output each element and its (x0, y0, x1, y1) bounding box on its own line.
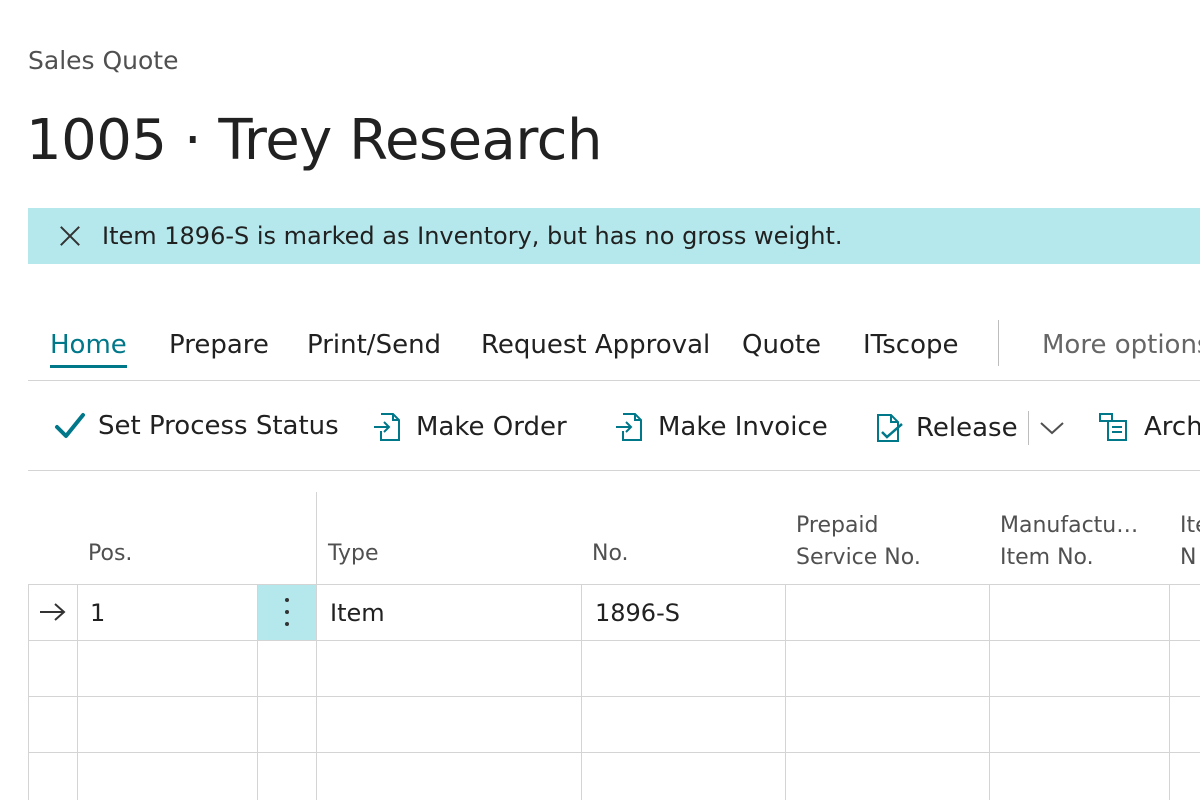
column-header-item[interactable]: Ite N (1180, 510, 1200, 574)
grid-line (785, 584, 786, 800)
tab-quote[interactable]: Quote (742, 330, 821, 360)
archive-icon (1099, 413, 1127, 441)
column-header-item-line1: Ite (1180, 513, 1200, 538)
release-label: Release (916, 413, 1018, 443)
release-button[interactable]: Release (874, 411, 1077, 445)
action-bar: Set Process Status Make Order Make Invoi… (28, 381, 1200, 471)
grid-line (28, 752, 1200, 753)
row-type-cell[interactable]: Item (330, 599, 385, 627)
column-header-prepaid-line2: Service No. (796, 545, 921, 570)
column-header-pos[interactable]: Pos. (88, 538, 132, 570)
column-header-item-line2: N (1180, 545, 1197, 570)
grid-line (989, 584, 990, 800)
grid-line (77, 584, 78, 800)
notification-message: Item 1896-S is marked as Inventory, but … (102, 222, 843, 250)
row-pos-cell[interactable]: 1 (90, 599, 105, 627)
page-title: 1005 · Trey Research (26, 108, 602, 173)
close-icon[interactable] (56, 222, 84, 250)
release-icon (877, 414, 903, 442)
make-invoice-button[interactable]: Make Invoice (614, 411, 828, 443)
grid-line (581, 584, 582, 800)
more-options-button[interactable]: More options (1042, 330, 1200, 360)
set-process-status-button[interactable]: Set Process Status (54, 411, 339, 441)
lines-grid: Pos. Type No. Prepaid Service No. Manufa… (28, 492, 1200, 800)
column-header-manuf-line1: Manufactu… (1000, 513, 1139, 538)
column-header-prepaid-line1: Prepaid (796, 513, 879, 538)
grid-line (1169, 584, 1170, 800)
page-caption: Sales Quote (28, 46, 179, 75)
action-tabs: Home Prepare Print/Send Request Approval… (28, 300, 1200, 381)
grid-line (28, 584, 1200, 585)
make-invoice-label: Make Invoice (658, 412, 828, 442)
tab-request-approval[interactable]: Request Approval (481, 330, 710, 360)
grid-line (28, 696, 1200, 697)
column-header-no[interactable]: No. (592, 538, 629, 570)
grid-line (28, 584, 29, 800)
chevron-down-icon[interactable] (1039, 420, 1065, 436)
column-header-type[interactable]: Type (328, 538, 379, 570)
grid-line (28, 640, 1200, 641)
make-invoice-icon (616, 413, 642, 441)
column-header-manufacturer-item-no[interactable]: Manufactu… Item No. (1000, 510, 1138, 574)
row-actions-menu-icon[interactable] (258, 585, 316, 640)
column-header-manuf-line2: Item No. (1000, 545, 1094, 570)
tab-home[interactable]: Home (50, 330, 127, 368)
release-divider (1027, 411, 1029, 445)
archive-label: Archi (1144, 412, 1200, 442)
tab-separator (998, 320, 999, 366)
grid-line (316, 492, 317, 800)
make-order-label: Make Order (416, 412, 567, 442)
column-header-prepaid-service-no[interactable]: Prepaid Service No. (796, 510, 921, 574)
tab-prepare[interactable]: Prepare (169, 330, 269, 360)
arrow-right-icon (40, 603, 66, 621)
row-no-cell[interactable]: 1896-S (595, 599, 680, 627)
checkmark-icon (55, 413, 85, 438)
make-order-icon (374, 413, 400, 441)
notification-banner: Item 1896-S is marked as Inventory, but … (28, 208, 1200, 264)
make-order-button[interactable]: Make Order (372, 411, 567, 443)
archive-button[interactable]: Archi (1098, 411, 1200, 443)
tab-print-send[interactable]: Print/Send (307, 330, 441, 360)
set-process-status-label: Set Process Status (98, 411, 339, 441)
tab-itscope[interactable]: ITscope (863, 330, 959, 360)
